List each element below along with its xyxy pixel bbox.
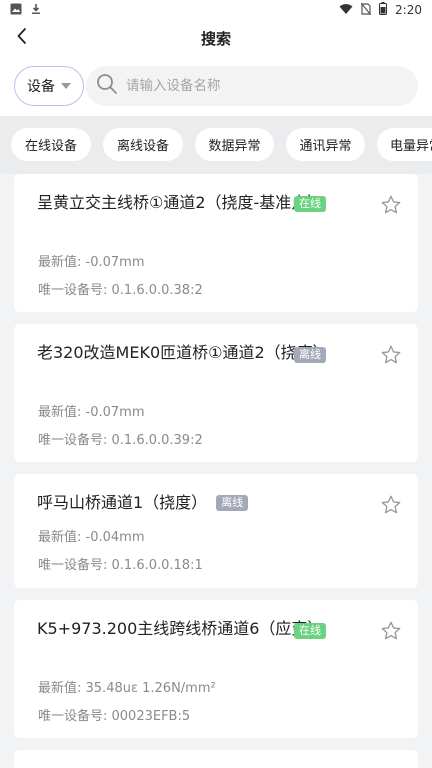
status-right-icons: 2:20 xyxy=(339,2,422,18)
device-name-row: 呼马山桥通道1（挠度） 离线 xyxy=(37,490,357,516)
filter-chip-battery-abnormal[interactable]: 电量异常 xyxy=(377,128,432,161)
status-left-icons xyxy=(10,3,42,18)
star-icon[interactable] xyxy=(380,494,402,516)
device-card[interactable]: 呈黄立交主线桥①通道2（挠度-基准点） 在线 最新值: -0.07mm 唯一设备… xyxy=(14,174,418,312)
unique-id-line: 唯一设备号: 00023EFB:5 xyxy=(38,705,190,724)
caret-down-icon xyxy=(61,83,71,89)
device-name: 老320改造MEK0匝道桥①通道2（挠度） xyxy=(37,343,329,362)
battery-icon xyxy=(379,2,388,18)
unique-id-line: 唯一设备号: 0.1.6.0.0.18:1 xyxy=(38,554,203,573)
device-name: K5+973.200主线跨线桥通道6（应变） xyxy=(37,619,324,638)
filter-chip-bar: 在线设备 离线设备 数据异常 通讯异常 电量异常 xyxy=(0,116,432,174)
unique-id-line: 唯一设备号: 0.1.6.0.0.39:2 xyxy=(38,429,203,448)
filter-chip-comm-abnormal[interactable]: 通讯异常 xyxy=(286,128,365,161)
search-icon xyxy=(96,73,118,99)
no-sim-icon xyxy=(360,2,372,18)
status-badge-online: 在线 xyxy=(294,623,326,639)
unique-id-label: 唯一设备号: xyxy=(38,283,112,298)
status-badge-offline: 离线 xyxy=(216,495,249,511)
latest-value-line: 最新值: -0.07mm xyxy=(38,401,144,420)
device-name: 呼马山桥通道1（挠度） xyxy=(37,493,208,512)
back-button[interactable] xyxy=(8,24,36,52)
device-type-dropdown[interactable]: 设备 xyxy=(14,66,84,106)
download-icon xyxy=(30,3,42,18)
chevron-left-icon xyxy=(16,27,28,49)
device-type-dropdown-label: 设备 xyxy=(27,79,55,95)
star-icon[interactable] xyxy=(380,344,402,366)
search-box[interactable] xyxy=(86,66,418,106)
star-icon[interactable] xyxy=(380,194,402,216)
wifi-icon xyxy=(339,3,353,18)
status-badge-online: 在线 xyxy=(294,196,326,212)
latest-value: -0.07mm xyxy=(85,405,145,420)
status-badge-offline: 离线 xyxy=(294,347,326,363)
latest-value-label: 最新值: xyxy=(38,405,86,420)
latest-value-line: 最新值: -0.04mm xyxy=(38,526,144,545)
device-name: 呈黄立交主线桥①通道2（挠度-基准点） xyxy=(37,193,324,212)
device-card[interactable]: K5+973.200主线跨线桥通道6（应变） 在线 最新值: 35.48uε 1… xyxy=(14,600,418,738)
unique-id-label: 唯一设备号: xyxy=(38,433,112,448)
top-navigation-bar: 搜索 xyxy=(0,20,432,56)
search-input[interactable] xyxy=(126,78,376,94)
status-time: 2:20 xyxy=(395,3,422,17)
image-icon xyxy=(10,3,22,18)
filter-chip-online[interactable]: 在线设备 xyxy=(11,128,91,161)
unique-id: 0.1.6.0.0.38:2 xyxy=(111,283,203,298)
latest-value-line: 最新值: 35.48uε 1.26N/mm² xyxy=(38,677,216,696)
unique-id-line: 唯一设备号: 0.1.6.0.0.38:2 xyxy=(38,279,203,298)
latest-value-label: 最新值: xyxy=(38,255,86,270)
latest-value-label: 最新值: xyxy=(38,681,86,696)
device-card[interactable]: 呼马山桥通道1（挠度） 离线 最新值: -0.04mm 唯一设备号: 0.1.6… xyxy=(14,474,418,588)
unique-id: 00023EFB:5 xyxy=(111,709,191,724)
unique-id-label: 唯一设备号: xyxy=(38,709,112,724)
search-area: 设备 xyxy=(0,56,432,116)
filter-chip-offline[interactable]: 离线设备 xyxy=(103,128,183,161)
device-card[interactable]: 老320改造MEK0匝道桥①通道2（挠度） 离线 最新值: -0.07mm 唯一… xyxy=(14,324,418,462)
status-bar: 2:20 xyxy=(0,0,432,20)
filter-chip-data-abnormal[interactable]: 数据异常 xyxy=(195,128,274,161)
unique-id: 0.1.6.0.0.18:1 xyxy=(111,558,203,573)
latest-value: 35.48uε 1.26N/mm² xyxy=(85,681,216,696)
unique-id-label: 唯一设备号: xyxy=(38,558,112,573)
page-title: 搜索 xyxy=(200,29,231,48)
unique-id: 0.1.6.0.0.39:2 xyxy=(111,433,203,448)
device-card-partial[interactable] xyxy=(14,750,418,768)
latest-value-label: 最新值: xyxy=(38,530,86,545)
star-icon[interactable] xyxy=(380,620,402,642)
latest-value-line: 最新值: -0.07mm xyxy=(38,251,144,270)
latest-value: -0.07mm xyxy=(85,255,145,270)
latest-value: -0.04mm xyxy=(85,530,145,545)
